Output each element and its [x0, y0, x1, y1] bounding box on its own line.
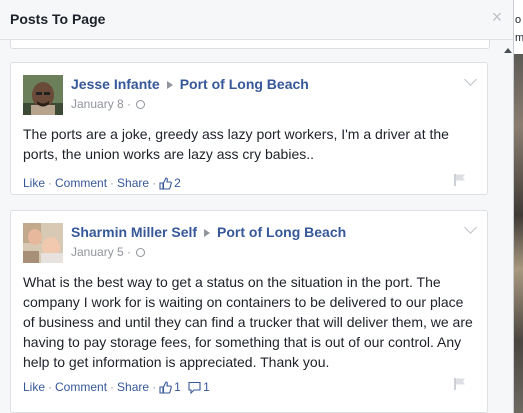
meta-separator: ·	[127, 245, 132, 259]
like-count: 2	[174, 176, 181, 190]
author-link[interactable]: Sharmin Miller Self	[71, 224, 197, 240]
chevron-down-icon[interactable]	[464, 73, 477, 86]
share-link[interactable]: Share	[117, 176, 149, 190]
like-link[interactable]: Like	[23, 380, 45, 394]
action-separator: ·	[152, 380, 157, 394]
post-text: What is the best way to get a status on …	[23, 274, 473, 370]
like-count: 1	[174, 380, 181, 394]
avatar[interactable]	[23, 75, 63, 115]
background-photo-strip	[514, 54, 523, 413]
author-link[interactable]: Jesse Infante	[71, 76, 160, 92]
right-arrow-icon	[204, 228, 211, 237]
action-separator: ·	[48, 176, 53, 190]
avatar[interactable]	[23, 223, 63, 263]
posts-list[interactable]: Jesse Infante Port of Long Beach January …	[0, 40, 500, 413]
comment-link[interactable]: Comment	[55, 380, 107, 394]
post-header: Jesse Infante Port of Long Beach	[71, 76, 309, 92]
flag-icon[interactable]	[453, 173, 467, 187]
likes-count-button[interactable]: 2	[159, 176, 181, 190]
action-separator: ·	[152, 176, 157, 190]
globe-icon	[136, 248, 146, 257]
post-actions: Like · Comment · Share · 2	[23, 176, 181, 193]
like-link[interactable]: Like	[23, 176, 45, 190]
action-separator: ·	[48, 380, 53, 394]
meta-separator: ·	[127, 97, 132, 111]
flag-icon[interactable]	[453, 377, 467, 391]
page-link[interactable]: Port of Long Beach	[180, 76, 309, 92]
scroll-up-arrow-icon[interactable]	[504, 48, 512, 53]
likes-count-button[interactable]: 1	[159, 380, 181, 394]
thumbs-up-icon	[159, 381, 172, 397]
previous-post-card	[10, 40, 490, 49]
posts-to-page-dialog: Posts To Page × Jesse Infante Port of Lon…	[0, 0, 514, 413]
right-arrow-icon	[166, 80, 173, 89]
background-text-fragment: o	[515, 14, 522, 26]
post-actions: Like · Comment · Share · 1 1	[23, 380, 210, 397]
post-date[interactable]: January 8	[71, 97, 124, 111]
action-separator: ·	[110, 380, 115, 394]
comment-link[interactable]: Comment	[55, 176, 107, 190]
comments-count-button[interactable]: 1	[188, 380, 210, 397]
dialog-header: Posts To Page ×	[0, 0, 513, 40]
thumbs-up-icon	[159, 177, 172, 193]
close-icon[interactable]: ×	[490, 8, 504, 26]
comment-bubble-icon	[188, 381, 201, 397]
dialog-title: Posts To Page	[10, 11, 106, 27]
background-text-fragment: m	[515, 32, 523, 44]
globe-icon	[136, 100, 146, 109]
action-separator: ·	[110, 176, 115, 190]
post-text: The ports are a joke, greedy ass lazy po…	[23, 126, 449, 162]
scrollbar[interactable]	[504, 40, 512, 413]
post-card: Jesse Infante Port of Long Beach January …	[10, 62, 488, 195]
post-meta: January 5 ·	[71, 245, 146, 259]
post-date[interactable]: January 5	[71, 245, 124, 259]
chevron-down-icon[interactable]	[464, 221, 477, 234]
post-meta: January 8 ·	[71, 97, 146, 111]
post-header: Sharmin Miller Self Port of Long Beach	[71, 224, 346, 240]
post-card: Sharmin Miller Self Port of Long Beach Ja…	[10, 210, 488, 413]
page-link[interactable]: Port of Long Beach	[217, 224, 346, 240]
comment-count: 1	[203, 380, 210, 394]
share-link[interactable]: Share	[117, 380, 149, 394]
